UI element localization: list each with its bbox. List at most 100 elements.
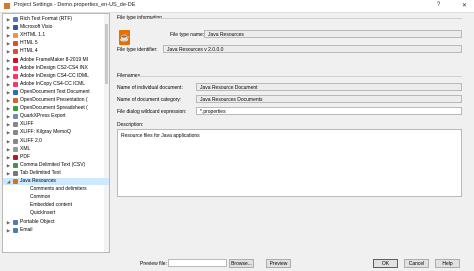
expand-arrow-icon[interactable]: ▶ [6, 105, 11, 112]
tree-item[interactable]: ▶ Microsoft Visio [3, 24, 109, 31]
tree-item[interactable]: ▶ OpenDocument Presentation ( [3, 97, 109, 104]
expand-arrow-icon[interactable]: ▶ [6, 89, 11, 96]
document-name-label: Name of individual document: [117, 85, 183, 91]
tree-item-label: QuarkXPress Export [20, 113, 66, 120]
tree-item[interactable]: ▶ Adobe FrameMaker 8-2019 MI [3, 57, 109, 64]
tree-item-label: Portable Object [20, 218, 55, 225]
tree-item-label: XLIFF 2.0 [20, 137, 42, 144]
expand-arrow-icon[interactable]: ▶ [6, 162, 11, 169]
expand-arrow-icon[interactable]: ▶ [6, 32, 11, 39]
tree-item[interactable]: ▶ Adobe InDesign CS4-CC IDML [3, 73, 109, 80]
expand-arrow-icon[interactable]: ▶ [6, 73, 11, 80]
tree-item[interactable]: QuickInsert [3, 210, 109, 217]
expand-arrow-icon[interactable]: ◢ [6, 178, 11, 185]
tree-item-label: OpenDocument Text Document [20, 88, 90, 95]
settings-tree[interactable]: ▶ Rich Text Format (RTF) ▶ Microsoft Visio ▶… [2, 13, 110, 253]
expand-arrow-icon[interactable]: ▶ [6, 170, 11, 177]
tree-item[interactable]: ▶ QuarkXPress Export [3, 113, 109, 120]
filetype-icon [13, 49, 18, 55]
preview-file-input[interactable] [168, 259, 227, 267]
expand-arrow-icon[interactable]: ▶ [6, 16, 11, 23]
tree-item-label: Java Resources [20, 178, 56, 184]
expand-arrow-icon[interactable]: ▶ [6, 154, 11, 161]
tree-item-label: Adobe InCopy CS4-CC ICML [20, 80, 86, 87]
tree-item-label: QuickInsert [30, 210, 56, 217]
document-category-field: Java Resources Documents [196, 95, 462, 103]
expand-arrow-icon[interactable]: ▶ [6, 40, 11, 47]
expand-arrow-icon[interactable]: ▶ [6, 129, 11, 136]
tree-item[interactable]: ◢ Java Resources [3, 178, 109, 185]
filetype-icon [13, 81, 18, 87]
expand-arrow-icon[interactable]: ▶ [6, 138, 11, 145]
cancel-button[interactable]: Cancel [404, 259, 429, 268]
expand-arrow-icon[interactable]: ▶ [6, 24, 11, 31]
title-bar: Project Settings - Demo.properties_en-US… [0, 0, 474, 13]
filetype-icon [13, 98, 18, 103]
tree-item-label: Common [30, 194, 51, 201]
filetype-icon [13, 89, 18, 95]
tree-item[interactable]: ▶ HTML 4 [3, 48, 109, 55]
filetype-icon [13, 25, 18, 31]
filenames-section-title: Filenames [117, 73, 141, 79]
wildcard-label: File dialog wildcard expression: [117, 109, 187, 115]
expand-arrow-icon[interactable]: ▶ [6, 227, 11, 234]
tree-item[interactable]: ▶ HTML 5 [3, 40, 109, 47]
filetype-name-field: Java Resources [204, 30, 462, 38]
tree-item[interactable]: ▶ XLIFF 2.0 [3, 138, 109, 145]
tree-item-label: PDF [20, 153, 30, 160]
expand-arrow-icon[interactable]: ▶ [6, 65, 11, 72]
expand-arrow-icon[interactable]: ▶ [6, 48, 11, 55]
expand-arrow-icon[interactable]: ▶ [6, 97, 11, 104]
browse-button[interactable]: Browse... [229, 259, 254, 268]
tree-item[interactable]: ▶ Rich Text Format (RTF) [3, 16, 109, 23]
expand-arrow-icon[interactable]: ▶ [6, 57, 11, 64]
tree-item[interactable]: ▶ XLIFF: Kilgray MemoQ [3, 129, 109, 136]
filetype-icon [13, 114, 18, 120]
tree-item-label: Rich Text Format (RTF) [20, 16, 73, 22]
tree-item[interactable]: ▶ Adobe InDesign CS2-CS4 INX [3, 65, 109, 72]
expand-arrow-icon[interactable]: ▶ [6, 121, 11, 128]
filetype-icon [13, 41, 18, 47]
dialog-footer: Preview file: Browse... Preview OK Cance… [0, 256, 474, 271]
expand-arrow-icon[interactable]: ▶ [6, 219, 11, 226]
tree-item[interactable]: ▶ Tab Delimited Text [3, 170, 109, 177]
tree-item[interactable]: ▶ XML [3, 146, 109, 153]
tree-item-label: Tab Delimited Text [20, 169, 61, 176]
app-icon [4, 3, 10, 9]
preview-button[interactable]: Preview [266, 259, 291, 268]
help-button[interactable]: Help [435, 259, 460, 268]
tree-item[interactable]: ▶ XHTML 1.1 [3, 32, 109, 39]
tree-item[interactable]: Common [3, 194, 109, 201]
description-box: Resource files for Java applications [117, 129, 462, 197]
tree-item[interactable]: Embedded content [3, 202, 109, 209]
tree-item[interactable]: ▶ Comma Delimited Text (CSV) [3, 162, 109, 169]
filetype-icon [13, 162, 18, 168]
tree-item[interactable]: ▶ OpenDocument Spreadsheet ( [3, 105, 109, 112]
tree-item-label: Embedded content [30, 202, 72, 209]
filetype-icon [13, 170, 18, 176]
tree-item[interactable]: ▶ Email [3, 227, 109, 234]
tree-item[interactable]: ▶ Adobe InCopy CS4-CC ICML [3, 81, 109, 88]
expand-arrow-icon[interactable]: ▶ [6, 146, 11, 153]
tree-item-label: Microsoft Visio [20, 24, 53, 31]
window-title: Project Settings - Demo.properties_en-US… [14, 2, 136, 8]
filetype-icon [13, 154, 18, 160]
filetype-icon [13, 73, 18, 79]
expand-arrow-icon[interactable]: ▶ [6, 81, 11, 88]
tree-item[interactable]: ▶ XLIFF [3, 121, 109, 128]
tree-item[interactable]: Comments and delimiters [3, 186, 109, 193]
tree-item-label: Adobe InDesign CS2-CS4 INX [20, 64, 88, 71]
ok-button[interactable]: OK [373, 259, 398, 268]
help-icon[interactable]: ? [437, 2, 440, 8]
tree-item-label: Comments and delimiters [30, 186, 87, 193]
filetype-icon [13, 122, 18, 128]
expand-arrow-icon[interactable]: ▶ [6, 113, 11, 120]
description-label: Description: [117, 122, 144, 128]
filetype-icon [13, 146, 18, 152]
tree-item-label: HTML 4 [20, 48, 38, 55]
close-icon[interactable]: ✕ [462, 2, 467, 9]
tree-item[interactable]: ▶ Portable Object [3, 219, 109, 226]
tree-item[interactable]: ▶ OpenDocument Text Document [3, 89, 109, 96]
wildcard-field[interactable]: *.properties [196, 107, 462, 115]
tree-item[interactable]: ▶ PDF [3, 154, 109, 161]
